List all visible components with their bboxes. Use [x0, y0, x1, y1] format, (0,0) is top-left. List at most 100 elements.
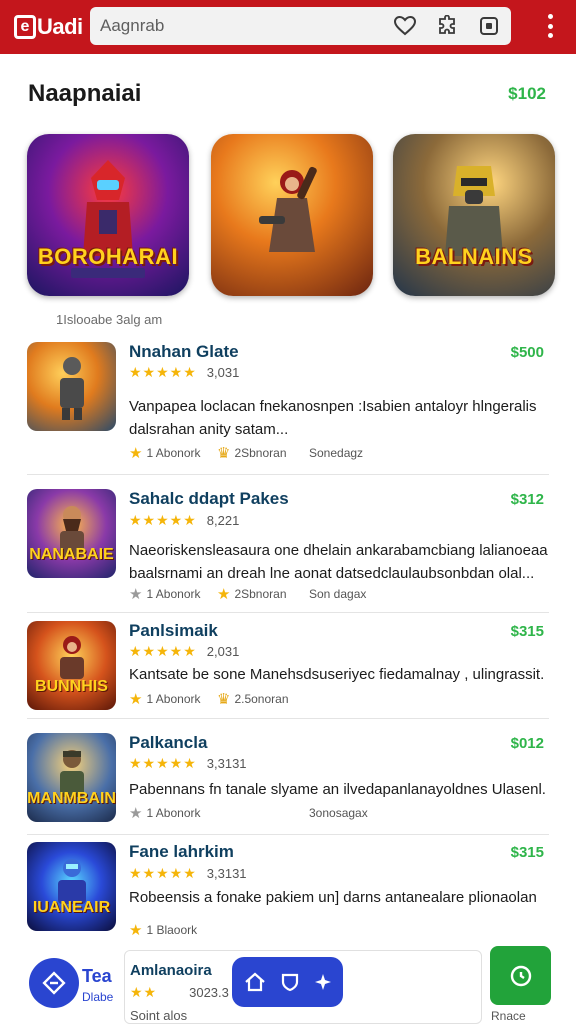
refresh-chat-icon — [510, 965, 531, 986]
app-icon[interactable]: MANMBAIN — [27, 733, 116, 822]
featured-tile-label: BOROHARAI — [37, 244, 179, 269]
home-icon[interactable] — [244, 972, 266, 992]
featured-tile-label: BALNAINS — [415, 244, 533, 269]
app-icon[interactable]: BUNNHIS — [27, 621, 116, 710]
crown-icon: ♛ — [217, 691, 231, 708]
square-icon[interactable] — [477, 14, 501, 38]
rating-count: 3023.3 — [189, 985, 229, 1000]
meta-bookmarks: 1 Abonork — [146, 692, 201, 706]
green-action-button[interactable] — [490, 946, 551, 1005]
bottom-nav-pill[interactable] — [232, 957, 343, 1007]
item-description: Vanpapea loclacan fnekanosnpen :Isabien … — [129, 398, 537, 438]
preview-rating: ★★ 3023.3 — [130, 984, 229, 1001]
search-bar[interactable]: Aagnrab — [90, 7, 511, 45]
rating-count: 3,031 — [206, 365, 240, 380]
kebab-icon[interactable] — [546, 14, 554, 38]
rating-stars: ★★★★★ — [129, 865, 197, 881]
meta-bookmarks: 1 Blaoork — [146, 923, 198, 937]
star-icon: ★ — [129, 586, 143, 603]
featured-tile-banner — [71, 268, 145, 278]
item-meta: ★ 1 Abonork ♛ 2.5onoran — [129, 690, 309, 708]
item-price: $312 — [510, 491, 544, 508]
item-title[interactable]: Palkancla — [129, 733, 207, 753]
star-icon: ★ — [129, 922, 143, 939]
app-icon[interactable] — [27, 342, 116, 431]
rating-stars: ★★★★★ — [129, 364, 197, 380]
item-meta: ★ 1 Abonork 3onosagax — [129, 804, 368, 822]
item-price: $012 — [510, 735, 544, 752]
item-rating: ★★★★★ 2,031 — [129, 643, 239, 660]
item-meta: ★ 1 Abonork ★ 2Sbnoran Son dagax — [129, 585, 366, 603]
warrior-figure-icon — [259, 166, 317, 252]
green-action-label: Rnace — [491, 1009, 526, 1023]
app-icon-label: BUNNHIS — [35, 678, 108, 695]
bottom-left-label: Tea — [82, 966, 112, 986]
star-icon: ★ — [129, 691, 143, 708]
rating-stars: ★★ — [130, 984, 158, 1000]
divider — [27, 718, 549, 719]
shield-icon[interactable] — [280, 972, 300, 992]
bottom-left-sublabel: Dlabe — [82, 990, 114, 1004]
rating-stars: ★★★★★ — [129, 755, 197, 771]
item-price: $315 — [510, 623, 544, 640]
meta-tag: Sonedagz — [309, 446, 364, 460]
meta-bookmarks: 1 Abonork — [146, 806, 201, 820]
rating-stars: ★★★★★ — [129, 643, 197, 659]
meta-bookmarks: 1 Abonork — [146, 446, 201, 460]
heart-icon[interactable] — [393, 14, 417, 38]
item-rating: ★★★★★ 3,3131 — [129, 755, 247, 772]
search-actions — [393, 14, 501, 38]
item-title[interactable]: Sahalc ddapt Pakes — [129, 489, 289, 509]
puzzle-icon[interactable] — [435, 14, 459, 38]
item-description: Pabennans fn tanale slyame an ilvedapanl… — [129, 781, 546, 798]
armored-figure-icon — [59, 357, 84, 420]
featured-tile-2[interactable] — [211, 134, 373, 296]
section-price: $102 — [508, 84, 546, 103]
item-meta: ★ 1 Abonork ♛ 2Sbnoran Sonedagz — [129, 444, 363, 462]
preview-subtitle: Soint alos — [130, 1008, 188, 1023]
item-rating: ★★★★★ 3,031 — [129, 364, 239, 381]
rating-count: 2,031 — [206, 644, 240, 659]
app-icon[interactable]: NANABAIE — [27, 489, 116, 578]
item-title[interactable]: Fane lahrkim — [129, 842, 234, 862]
top-app-bar: e Uadi Aagnrab — [0, 0, 576, 54]
meta-players: 2.5onoran — [234, 692, 289, 706]
item-rating: ★★★★★ 3,3131 — [129, 865, 247, 882]
meta-bookmarks: 1 Abonork — [146, 587, 201, 601]
item-description: Kantsate be sone Manehsdsuseriyec fiedam… — [129, 666, 545, 683]
item-price: $315 — [510, 844, 544, 861]
search-input[interactable]: Aagnrab — [100, 16, 164, 36]
item-description: Robeensis a fonake pakiem un] darns anta… — [129, 889, 537, 906]
share-button[interactable] — [29, 958, 79, 1008]
divider — [27, 474, 549, 475]
meta-tag: Son dagax — [309, 587, 367, 601]
divider — [27, 834, 549, 835]
rating-stars: ★★★★★ — [129, 512, 197, 528]
featured-tile-3[interactable]: BALNAINS — [393, 134, 555, 296]
sparkle-icon[interactable] — [314, 973, 332, 991]
app-icon-label: IUANEAIR — [32, 899, 111, 916]
crown-icon: ♛ — [217, 445, 231, 462]
app-icon-label: NANABAIE — [29, 546, 114, 563]
rating-count: 8,221 — [206, 513, 240, 528]
star-icon: ★ — [129, 805, 143, 822]
diamond-icon — [42, 971, 66, 995]
featured-caption: 1Islooabe 3alg am — [56, 312, 163, 327]
app-icon[interactable]: IUANEAIR — [27, 842, 116, 931]
item-rating: ★★★★★ 8,221 — [129, 512, 239, 529]
logo-text: Uadi — [37, 14, 83, 39]
featured-tile-1[interactable]: BOROHARAI — [27, 134, 189, 296]
item-title[interactable]: Nnahan Glate — [129, 342, 239, 362]
item-title[interactable]: Panlsimaik — [129, 621, 218, 641]
meta-players: 2Sbnoran — [234, 587, 287, 601]
meta-players: 2Sbnoran — [234, 446, 287, 460]
app-logo[interactable]: e Uadi — [14, 12, 83, 42]
item-description: Naeoriskensleasaura one dhelain ankaraba… — [129, 542, 548, 582]
preview-title: Amlanaoira — [130, 962, 212, 979]
meta-tag: 3onosagax — [309, 806, 368, 820]
item-meta: ★ 1 Blaoork — [129, 921, 217, 939]
rating-count: 3,3131 — [206, 756, 247, 771]
star-icon: ★ — [129, 445, 143, 462]
logo-mark: e — [14, 15, 36, 39]
item-price: $500 — [510, 344, 544, 361]
